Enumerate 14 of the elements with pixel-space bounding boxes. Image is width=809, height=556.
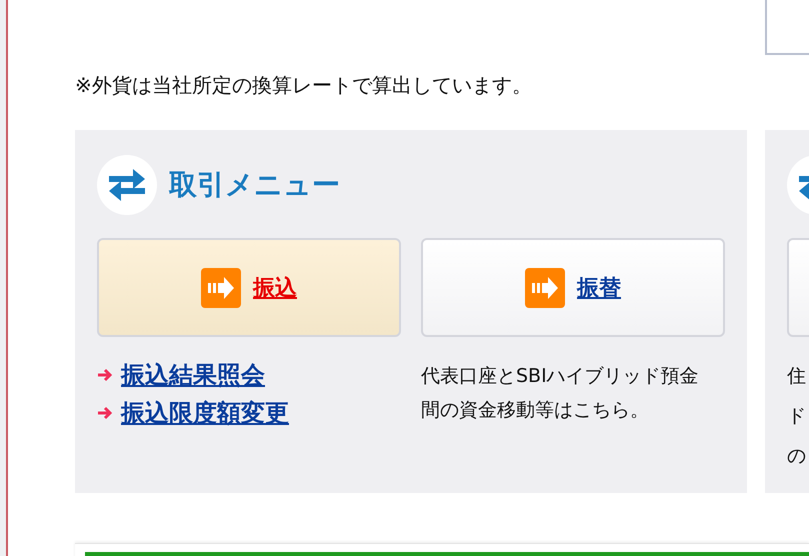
transfer-arrows-icon bbox=[97, 155, 157, 215]
menu-link[interactable]: 振込結果照会 bbox=[121, 359, 265, 391]
description-text: 住 bbox=[787, 364, 807, 389]
top-box bbox=[765, 0, 809, 55]
menu-button[interactable]: 振替 bbox=[421, 238, 725, 337]
menu-button[interactable]: 振込 bbox=[97, 238, 401, 337]
arrow-icon bbox=[97, 406, 113, 420]
description-text: の bbox=[787, 444, 807, 469]
menu-link[interactable]: 振込限度額変更 bbox=[121, 397, 289, 429]
description-text: 代表口座とSBIハイブリッド預金間の資金移動等はこちら。 bbox=[421, 364, 700, 423]
arrow-icon bbox=[97, 368, 113, 382]
menu-title: 取引メニュー bbox=[169, 167, 340, 203]
description-text: ド bbox=[787, 404, 807, 429]
currency-note: ※外貨は当社所定の換算レートで算出しています。 bbox=[75, 72, 533, 99]
